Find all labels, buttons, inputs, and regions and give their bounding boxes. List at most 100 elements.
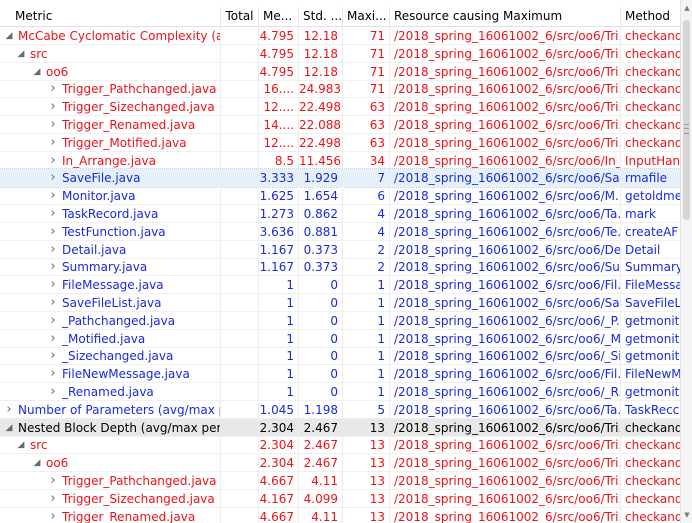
table-row[interactable]: › FileNewMessage.java 1 0 1/2018_spring_1606… [0, 365, 680, 384]
tree-collapsed-icon[interactable]: › [47, 276, 59, 294]
table-row[interactable]: › TaskRecord.java 1.273 0.862 4/2018_spring_… [0, 205, 680, 223]
total-cell [221, 294, 259, 312]
tree-collapsed-icon[interactable]: › [3, 401, 15, 419]
metric-cell: ◢ src [0, 436, 221, 455]
metric-name: McCabe Cyclomatic Complexity (a [18, 29, 221, 43]
tree-expanded-icon[interactable]: ◢ [31, 63, 43, 81]
table-row[interactable]: › Detail.java 1.167 0.373 2/2018_spring_1606… [0, 240, 680, 259]
table-row[interactable]: › Summary.java 1.167 0.373 2/2018_spring_160… [0, 258, 680, 277]
column-header-metric[interactable]: Metric [0, 7, 221, 26]
column-header-std-dev[interactable]: Std. ... [299, 7, 343, 26]
tree-collapsed-icon[interactable]: › [47, 98, 59, 116]
table-row[interactable]: › Trigger_Pathchanged.java 16.... 24.983 71/… [0, 80, 680, 99]
resource-cell: /2018_spring_16061002_6/src/oo6/Su... [390, 258, 621, 277]
table-row[interactable]: ◢ oo6 4.795 12.18 71/2018_spring_16061002_6/… [0, 62, 680, 81]
metric-name: src [30, 46, 48, 61]
scroll-down-arrow-icon[interactable]: ▼ [681, 509, 692, 521]
tree-collapsed-icon[interactable]: › [47, 187, 59, 205]
mean-cell: 1 [259, 365, 299, 384]
max-cell: 71 [343, 80, 390, 99]
tree-collapsed-icon[interactable]: › [47, 205, 59, 223]
column-header-mean[interactable]: Me... [259, 7, 299, 26]
tree-collapsed-icon[interactable]: › [47, 490, 59, 508]
vertical-scrollbar[interactable]: ▲ ▼ [680, 0, 692, 523]
tree-expanded-icon[interactable]: ◢ [3, 419, 15, 437]
tree-collapsed-icon[interactable]: › [47, 258, 59, 276]
resource-cell: /2018_spring_16061002_6/src/oo6/Tri... [390, 116, 621, 134]
table-row[interactable]: ◢ src 4.795 12.18 71/2018_spring_16061002_6/… [0, 44, 680, 63]
tree-expanded-icon[interactable]: ◢ [31, 454, 43, 472]
total-cell [221, 62, 259, 81]
table-row[interactable]: › SaveFileList.java 1 0 1/2018_spring_160610… [0, 294, 680, 312]
method-cell: checkand [625, 509, 680, 523]
scrollbar-thumb[interactable] [683, 20, 690, 220]
metric-name: TaskRecord.java [62, 207, 159, 221]
total-cell [221, 400, 259, 419]
tree-collapsed-icon[interactable]: › [47, 330, 59, 348]
resource-cell: /2018_spring_16061002_6/src/oo6/_R... [390, 383, 621, 401]
tree-collapsed-icon[interactable]: › [47, 294, 59, 312]
column-header-resource[interactable]: Resource causing Maximum [390, 7, 621, 26]
table-row[interactable]: › _Renamed.java 1 0 1/2018_spring_16061002_6… [0, 383, 680, 401]
total-cell [221, 365, 259, 384]
table-row[interactable]: ◢ McCabe Cyclomatic Complexity (a 4.795 12.… [0, 27, 680, 45]
tree-collapsed-icon[interactable]: › [47, 223, 59, 241]
column-header-total[interactable]: Total [221, 7, 259, 26]
total-cell [221, 329, 259, 348]
tree-collapsed-icon[interactable]: › [47, 347, 59, 365]
mean-cell: 1.273 [259, 205, 299, 223]
metrics-tree-table[interactable]: ◢ McCabe Cyclomatic Complexity (a 4.795 12.… [0, 27, 680, 523]
table-row[interactable]: › Trigger_Sizechanged.java 12.... 22.498 63/… [0, 98, 680, 117]
tree-expanded-icon[interactable]: ◢ [3, 27, 15, 45]
resource-cell: /2018_spring_16061002_6/src/oo6/Tri... [390, 436, 621, 455]
method-cell: checkand [625, 491, 680, 506]
tree-collapsed-icon[interactable]: › [47, 508, 59, 523]
column-header-maximum[interactable]: Maxi... [343, 7, 390, 26]
tree-collapsed-icon[interactable]: › [47, 312, 59, 330]
std-cell: 1.654 [299, 187, 343, 206]
total-cell [221, 436, 259, 455]
table-row[interactable]: › _Pathchanged.java 1 0 1/2018_spring_160610… [0, 311, 680, 330]
table-row[interactable]: › Number of Parameters (avg/max p 1.045 1.1… [0, 400, 680, 419]
tree-collapsed-icon[interactable]: › [47, 80, 59, 98]
table-row[interactable]: › Trigger_Pathchanged.java 4.667 4.11 13/201… [0, 472, 680, 490]
mean-cell: 1 [259, 347, 299, 366]
total-cell [221, 418, 259, 437]
method-cell: Summary [625, 260, 680, 275]
table-row[interactable]: › FileMessage.java 1 0 1/2018_spring_1606100… [0, 276, 680, 295]
mean-cell: 1.625 [259, 187, 299, 206]
tree-expanded-icon[interactable]: ◢ [15, 436, 27, 454]
table-row[interactable]: ◢ oo6 2.304 2.467 13/2018_spring_16061002_6/… [0, 454, 680, 473]
scroll-up-arrow-icon[interactable]: ▲ [681, 2, 692, 14]
total-cell [221, 133, 259, 152]
tree-collapsed-icon[interactable]: › [47, 134, 59, 152]
tree-collapsed-icon[interactable]: › [47, 365, 59, 383]
table-row[interactable]: › TestFunction.java 3.636 0.881 4/2018_sprin… [0, 222, 680, 241]
tree-collapsed-icon[interactable]: › [47, 383, 59, 401]
table-row[interactable]: › Monitor.java 1.625 1.654 6/2018_spring_160… [0, 187, 680, 206]
table-row[interactable]: › SaveFile.java 3.333 1.929 7/2018_spring_16… [0, 168, 680, 189]
table-row[interactable]: ◢ Nested Block Depth (avg/max per 2.304 2.4… [0, 418, 680, 437]
metric-name: src [30, 438, 48, 453]
tree-collapsed-icon[interactable]: › [47, 472, 59, 490]
table-row[interactable]: › Trigger_Sizechanged.java 4.167 4.099 13/20… [0, 489, 680, 508]
mean-cell: 16.... [259, 80, 299, 99]
tree-collapsed-icon[interactable]: › [47, 152, 59, 170]
tree-collapsed-icon[interactable]: › [47, 169, 59, 187]
table-row[interactable]: › _Sizechanged.java 1 0 1/2018_spring_160610… [0, 347, 680, 366]
std-cell: 0.881 [299, 222, 343, 241]
tree-collapsed-icon[interactable]: › [47, 116, 59, 134]
column-header-method[interactable]: Method [621, 7, 680, 26]
table-row[interactable]: › Trigger_Motified.java 12.... 22.498 63/201… [0, 133, 680, 152]
tree-expanded-icon[interactable]: ◢ [15, 45, 27, 63]
mean-cell: 1.167 [259, 258, 299, 277]
metric-cell: › In_Arrange.java [0, 151, 221, 170]
table-row[interactable]: › _Motified.java 1 0 1/2018_spring_16061002_… [0, 329, 680, 348]
std-cell: 0 [299, 311, 343, 330]
table-row[interactable]: › In_Arrange.java 8.5 11.456 34/2018_spring_… [0, 151, 680, 170]
metric-cell: › TestFunction.java [0, 222, 221, 241]
table-row[interactable]: ◢ src 2.304 2.467 13/2018_spring_16061002_6/… [0, 436, 680, 455]
table-row[interactable]: › Trigger_Renamed.java 4.667 4.11 13/2018_sp… [0, 507, 680, 523]
table-row[interactable]: › Trigger_Renamed.java 14.... 22.088 63/2018… [0, 116, 680, 134]
tree-collapsed-icon[interactable]: › [47, 241, 59, 259]
